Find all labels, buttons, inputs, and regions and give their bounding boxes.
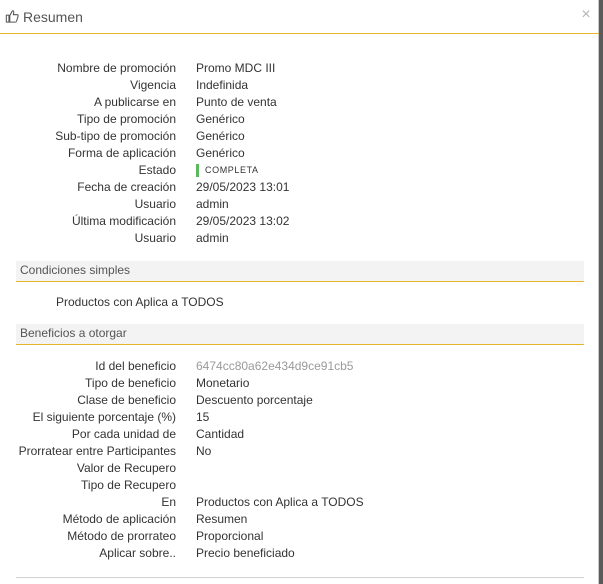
- benefit-row-porcentaje: El siguiente porcentaje (%) 15: [0, 409, 599, 426]
- promotion-summary: Nombre de promoción Promo MDC III Vigenc…: [0, 60, 599, 247]
- summary-label: Sub-tipo de promoción: [55, 129, 176, 143]
- benefit-row-metodo-aplicacion: Método de aplicación Resumen: [0, 511, 599, 528]
- summary-value: admin: [196, 197, 229, 211]
- benefit-row-clase: Clase de beneficio Descuento porcentaje: [0, 392, 599, 409]
- summary-label: Vigencia: [130, 78, 176, 92]
- benefit-value: Monetario: [196, 376, 250, 390]
- summary-value: Genérico: [196, 112, 245, 126]
- modal-header: Resumen ×: [0, 0, 599, 34]
- summary-modal: Resumen × Nombre de promoción Promo MDC …: [0, 0, 599, 584]
- footer-divider: [16, 577, 584, 578]
- benefit-value: Cantidad: [196, 427, 245, 441]
- benefit-row-metodo-prorrateo: Método de prorrateo Proporcional: [0, 528, 599, 545]
- section-heading-benefits: Beneficios a otorgar: [16, 324, 584, 345]
- benefit-details: Id del beneficio 6474cc80a62e434d9ce91cb…: [0, 358, 599, 562]
- summary-label: Usuario: [134, 231, 176, 245]
- benefit-row-tipo: Tipo de beneficio Monetario: [0, 375, 599, 392]
- benefit-row-en: En Productos con Aplica a TODOS: [0, 494, 599, 511]
- summary-label: Nombre de promoción: [57, 61, 176, 75]
- benefit-label: Prorratear entre Participantes: [18, 444, 176, 458]
- summary-value: Promo MDC III: [196, 61, 276, 75]
- benefit-label: Id del beneficio: [95, 359, 176, 373]
- benefit-label: Aplicar sobre..: [99, 546, 176, 560]
- status-value: COMPLETA: [196, 162, 259, 179]
- status-badge: COMPLETA: [205, 165, 259, 175]
- summary-value: 29/05/2023 13:01: [196, 180, 290, 194]
- benefit-label: Tipo de beneficio: [85, 376, 176, 390]
- benefit-label: Clase de beneficio: [77, 393, 176, 407]
- summary-row-forma: Forma de aplicación Genérico: [0, 145, 599, 162]
- summary-row-nombre: Nombre de promoción Promo MDC III: [0, 60, 599, 77]
- summary-row-fecha-creacion: Fecha de creación 29/05/2023 13:01: [0, 179, 599, 196]
- summary-row-usuario-creacion: Usuario admin: [0, 196, 599, 213]
- section-heading-conditions: Condiciones simples: [16, 261, 584, 282]
- benefit-row-id: Id del beneficio 6474cc80a62e434d9ce91cb…: [0, 358, 599, 375]
- summary-row-vigencia: Vigencia Indefinida: [0, 77, 599, 94]
- benefit-label: Método de prorrateo: [67, 529, 176, 543]
- summary-label: A publicarse en: [93, 95, 176, 109]
- benefit-label: En: [161, 495, 176, 509]
- benefit-value: 15: [196, 410, 210, 424]
- modal-title: Resumen: [23, 8, 83, 25]
- summary-value: Genérico: [196, 146, 245, 160]
- benefit-id-value: 6474cc80a62e434d9ce91cb5: [196, 359, 354, 373]
- close-icon[interactable]: ×: [579, 7, 593, 23]
- benefit-value: Descuento porcentaje: [196, 393, 313, 407]
- benefit-value: Proporcional: [196, 529, 264, 543]
- benefit-value: No: [196, 444, 212, 458]
- summary-value: Punto de venta: [196, 95, 277, 109]
- summary-label: Usuario: [134, 197, 176, 211]
- benefit-row-aplicar-sobre: Aplicar sobre.. Precio beneficiado: [0, 545, 599, 562]
- status-indicator: [196, 164, 199, 177]
- thumbs-up-icon: [5, 9, 19, 23]
- benefit-row-unidad: Por cada unidad de Cantidad: [0, 426, 599, 443]
- benefit-value: Productos con Aplica a TODOS: [196, 495, 364, 509]
- condition-item: Productos con Aplica a TODOS: [56, 295, 224, 309]
- summary-label: Tipo de promoción: [77, 112, 176, 126]
- summary-row-publicarse: A publicarse en Punto de venta: [0, 94, 599, 111]
- summary-row-usuario-modificacion: Usuario admin: [0, 230, 599, 247]
- summary-row-subtipo: Sub-tipo de promoción Genérico: [0, 128, 599, 145]
- summary-row-ultima-modificacion: Última modificación 29/05/2023 13:02: [0, 213, 599, 230]
- benefit-row-valor-recupero: Valor de Recupero: [0, 460, 599, 477]
- summary-label: Última modificación: [71, 214, 176, 228]
- benefit-label: Método de aplicación: [62, 512, 176, 526]
- benefit-row-tipo-recupero: Tipo de Recupero: [0, 477, 599, 494]
- summary-value: Indefinida: [196, 78, 249, 92]
- summary-row-tipo: Tipo de promoción Genérico: [0, 111, 599, 128]
- benefit-row-prorratear: Prorratear entre Participantes No: [0, 443, 599, 460]
- benefit-label: El siguiente porcentaje (%): [32, 410, 176, 424]
- summary-label: Forma de aplicación: [67, 146, 176, 160]
- summary-row-estado: Estado COMPLETA: [0, 162, 599, 179]
- summary-label: Fecha de creación: [77, 180, 176, 194]
- benefit-label: Tipo de Recupero: [81, 478, 176, 492]
- summary-value: Genérico: [196, 129, 245, 143]
- summary-value: 29/05/2023 13:02: [196, 214, 290, 228]
- benefit-value: Resumen: [196, 512, 248, 526]
- summary-value: admin: [196, 231, 229, 245]
- summary-label: Estado: [138, 163, 176, 177]
- benefit-label: Por cada unidad de: [71, 427, 176, 441]
- benefit-value: Precio beneficiado: [196, 546, 295, 560]
- benefit-label: Valor de Recupero: [76, 461, 176, 475]
